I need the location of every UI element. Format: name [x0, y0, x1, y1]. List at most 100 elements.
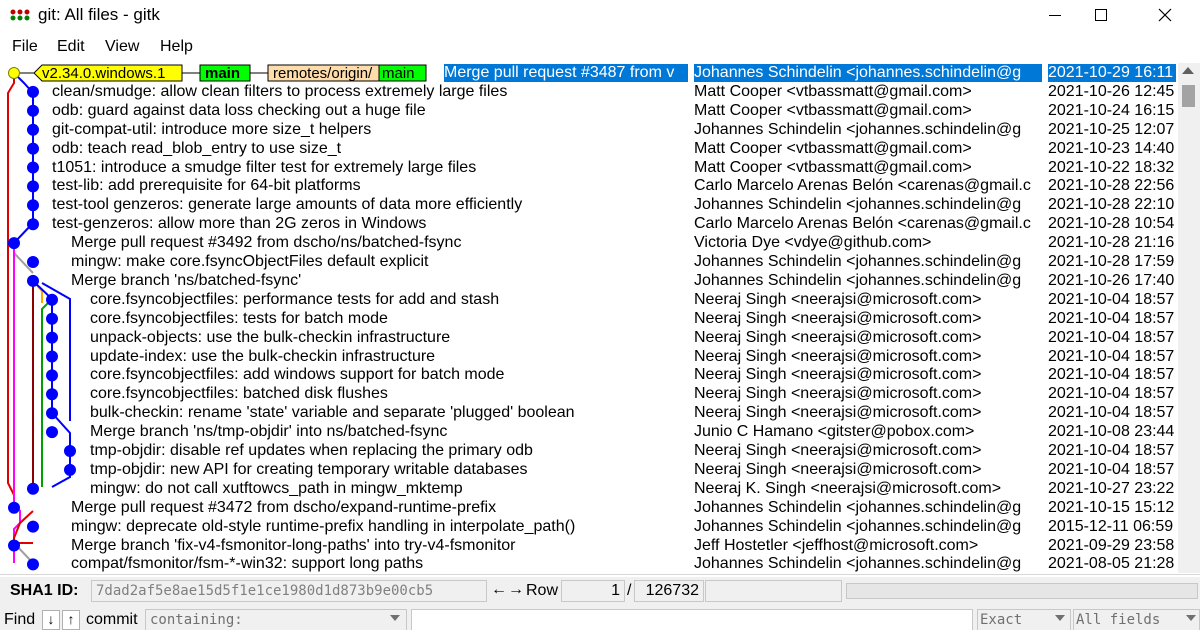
- commit-date[interactable]: 2021-10-15 15:12: [1048, 499, 1174, 517]
- find-mode-select[interactable]: containing:: [145, 609, 407, 630]
- commit-author[interactable]: Neeraj Singh <neerajsi@microsoft.com>: [694, 348, 981, 366]
- commit-author[interactable]: Johannes Schindelin <johannes.schindelin…: [694, 272, 1021, 290]
- commit-author[interactable]: Neeraj K. Singh <neerajsi@microsoft.com>: [694, 480, 1001, 498]
- pane-separator[interactable]: [0, 574, 1200, 575]
- commit-author[interactable]: Junio C Hamano <gitster@pobox.com>: [694, 423, 974, 441]
- commit-subject[interactable]: core.fsyncobjectfiles: batched disk flus…: [90, 385, 388, 403]
- commit-subject[interactable]: clean/smudge: allow clean filters to pro…: [52, 83, 507, 101]
- commit-node[interactable]: [27, 180, 39, 193]
- commit-subject[interactable]: Merge pull request #3487 from v: [444, 64, 688, 82]
- commit-graph-pane[interactable]: v2.34.0.windows.1 main remotes/origin/ m…: [0, 63, 688, 573]
- commit-author[interactable]: Matt Cooper <vtbassmatt@gmail.com>: [694, 83, 972, 101]
- commit-node[interactable]: [8, 237, 20, 250]
- commit-date[interactable]: 2021-10-28 22:10: [1048, 196, 1174, 214]
- commit-node[interactable]: [27, 520, 39, 533]
- commit-author[interactable]: Neeraj Singh <neerajsi@microsoft.com>: [694, 366, 981, 384]
- commit-author[interactable]: Johannes Schindelin <johannes.schindelin…: [694, 64, 1042, 82]
- scroll-up-arrow-icon[interactable]: [1182, 67, 1194, 74]
- commit-subject[interactable]: mingw: do not call xutftowcs_path in min…: [90, 480, 463, 498]
- commit-date[interactable]: 2021-10-04 18:57: [1048, 366, 1174, 384]
- commit-subject[interactable]: git-compat-util: introduce more size_t h…: [52, 121, 371, 139]
- commit-date[interactable]: 2021-10-28 21:16: [1048, 234, 1174, 252]
- commit-date[interactable]: 2021-10-27 23:22: [1048, 480, 1174, 498]
- author-pane[interactable]: Johannes Schindelin <johannes.schindelin…: [692, 63, 1042, 573]
- commit-node[interactable]: [27, 558, 39, 571]
- commit-subject[interactable]: core.fsyncobjectfiles: add windows suppo…: [90, 366, 504, 384]
- commit-date[interactable]: 2021-10-29 16:11: [1048, 64, 1176, 82]
- chevron-down-icon[interactable]: [390, 615, 400, 621]
- commit-date[interactable]: 2021-10-04 18:57: [1048, 291, 1174, 309]
- chevron-down-icon[interactable]: [1186, 615, 1196, 621]
- commit-subject[interactable]: Merge pull request #3472 from dscho/expa…: [71, 499, 496, 517]
- commit-date[interactable]: 2021-10-04 18:57: [1048, 348, 1174, 366]
- commit-author[interactable]: Johannes Schindelin <johannes.schindelin…: [694, 555, 1021, 573]
- commit-subject[interactable]: t1051: introduce a smudge filter test fo…: [52, 159, 476, 177]
- find-fields-select[interactable]: All fields: [1073, 609, 1200, 630]
- commit-author[interactable]: Matt Cooper <vtbassmatt@gmail.com>: [694, 102, 972, 120]
- commit-date[interactable]: 2021-10-22 18:32: [1048, 159, 1174, 177]
- find-input[interactable]: [411, 609, 973, 630]
- commit-date[interactable]: 2021-10-28 17:59: [1048, 253, 1174, 271]
- commit-subject[interactable]: bulk-checkin: rename 'state' variable an…: [90, 404, 575, 422]
- commit-date[interactable]: 2021-10-25 12:07: [1048, 121, 1174, 139]
- menu-help[interactable]: Help: [160, 38, 193, 56]
- commit-author[interactable]: Neeraj Singh <neerajsi@microsoft.com>: [694, 329, 981, 347]
- commit-date[interactable]: 2021-10-28 22:56: [1048, 177, 1174, 195]
- commit-node[interactable]: [46, 350, 58, 363]
- commit-node[interactable]: [8, 501, 20, 514]
- commit-date[interactable]: 2021-08-05 21:28: [1048, 555, 1174, 573]
- commit-author[interactable]: Neeraj Singh <neerajsi@microsoft.com>: [694, 404, 981, 422]
- commit-date[interactable]: 2021-10-04 18:57: [1048, 442, 1174, 460]
- commit-author[interactable]: Neeraj Singh <neerajsi@microsoft.com>: [694, 442, 981, 460]
- commit-subject[interactable]: tmp-objdir: disable ref updates when rep…: [90, 442, 533, 460]
- commit-author[interactable]: Johannes Schindelin <johannes.schindelin…: [694, 499, 1021, 517]
- commit-subject[interactable]: mingw: deprecate old-style runtime-prefi…: [71, 518, 575, 536]
- commit-author[interactable]: Neeraj Singh <neerajsi@microsoft.com>: [694, 385, 981, 403]
- close-button[interactable]: [1142, 0, 1188, 30]
- commit-date[interactable]: 2021-10-04 18:57: [1048, 310, 1174, 328]
- commit-author[interactable]: Neeraj Singh <neerajsi@microsoft.com>: [694, 291, 981, 309]
- commit-subject[interactable]: Merge pull request #3492 from dscho/ns/b…: [71, 234, 461, 252]
- commit-subject[interactable]: test-lib: add prerequisite for 64-bit pl…: [52, 177, 361, 195]
- sha-id-field[interactable]: 7dad2af5e8ae15d5f1e1ce1980d1d873b9e00cb5: [91, 580, 487, 602]
- find-prev-button[interactable]: ↑: [62, 610, 80, 630]
- commit-node[interactable]: [27, 199, 39, 212]
- commit-node[interactable]: [46, 312, 58, 325]
- commit-subject[interactable]: test-tool genzeros: generate large amoun…: [52, 196, 522, 214]
- commit-subject[interactable]: mingw: make core.fsyncObjectFiles defaul…: [71, 253, 428, 271]
- commit-date[interactable]: 2021-10-04 18:57: [1048, 404, 1174, 422]
- commit-author[interactable]: Carlo Marcelo Arenas Belón <carenas@gmai…: [694, 215, 1031, 233]
- commit-node[interactable]: [46, 388, 58, 401]
- commit-date[interactable]: 2021-09-29 23:58: [1048, 537, 1174, 555]
- commit-subject[interactable]: unpack-objects: use the bulk-checkin inf…: [90, 329, 450, 347]
- find-type-label[interactable]: commit: [86, 611, 138, 629]
- commit-author[interactable]: Jeff Hostetler <jeffhost@microsoft.com>: [694, 537, 978, 555]
- commit-author[interactable]: Johannes Schindelin <johannes.schindelin…: [694, 253, 1021, 271]
- commit-date[interactable]: 2015-12-11 06:59: [1048, 518, 1173, 536]
- commit-subject[interactable]: odb: teach read_blob_entry to use size_t: [52, 140, 341, 158]
- commit-node[interactable]: [27, 104, 39, 117]
- commit-date[interactable]: 2021-10-26 12:45: [1048, 83, 1174, 101]
- commit-node[interactable]: [46, 293, 58, 306]
- commit-subject[interactable]: compat/fsmonitor/fsm-*-win32: support lo…: [71, 555, 423, 573]
- commit-node[interactable]: [27, 85, 39, 98]
- commit-node[interactable]: [46, 331, 58, 344]
- commit-node[interactable]: [27, 218, 39, 231]
- commit-date[interactable]: 2021-10-04 18:57: [1048, 461, 1174, 479]
- commit-author[interactable]: Neeraj Singh <neerajsi@microsoft.com>: [694, 310, 981, 328]
- menu-view[interactable]: View: [105, 38, 139, 56]
- commit-date[interactable]: 2021-10-04 18:57: [1048, 329, 1174, 347]
- back-arrow-button[interactable]: ←: [491, 581, 507, 599]
- commit-node[interactable]: [64, 445, 76, 457]
- commit-node[interactable]: [27, 161, 39, 174]
- commit-date[interactable]: 2021-10-28 10:54: [1048, 215, 1174, 233]
- commit-node[interactable]: [27, 256, 39, 268]
- scrollbar-thumb[interactable]: [1182, 85, 1195, 107]
- commit-node[interactable]: [46, 426, 58, 439]
- date-pane[interactable]: 2021-10-29 16:11 2021-10-26 12:45 2021-10-…: [1046, 63, 1176, 573]
- maximize-button[interactable]: [1078, 0, 1124, 30]
- commit-date[interactable]: 2021-10-24 16:15: [1048, 102, 1174, 120]
- commit-subject[interactable]: odb: guard against data loss checking ou…: [52, 102, 426, 120]
- commit-node[interactable]: [27, 274, 39, 287]
- commit-subject[interactable]: core.fsyncobjectfiles: performance tests…: [90, 291, 499, 309]
